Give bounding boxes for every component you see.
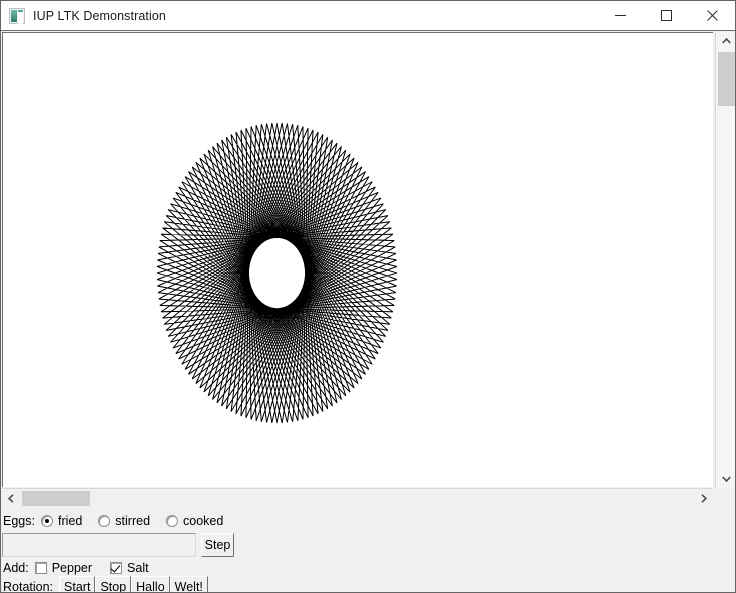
checkbox-indicator xyxy=(34,562,47,574)
hallo-button[interactable]: Hallo xyxy=(131,576,170,592)
rotation-buttons: Start Stop Hallo Welt! xyxy=(59,576,208,592)
radio-indicator xyxy=(166,515,179,527)
scroll-right-button[interactable] xyxy=(695,489,713,507)
close-button[interactable] xyxy=(689,1,735,30)
add-label: Add: xyxy=(3,560,29,575)
rotation-row: Rotation: Start Stop Hallo Welt! xyxy=(3,575,208,593)
rotation-label: Rotation: xyxy=(3,579,54,593)
close-icon xyxy=(706,10,718,21)
radio-eggs-fried[interactable]: fried xyxy=(40,514,92,528)
control-panel: Eggs: fried stirred cooked Step Add: Pep… xyxy=(1,509,735,593)
radio-eggs-stirred-label: stirred xyxy=(115,514,151,528)
minimize-icon xyxy=(614,15,626,16)
stop-button[interactable]: Stop xyxy=(95,576,132,592)
radio-indicator xyxy=(40,515,53,527)
maximize-icon xyxy=(660,10,672,21)
radio-eggs-cooked-label: cooked xyxy=(183,514,224,528)
horizontal-scrollbar[interactable] xyxy=(2,488,713,507)
title-bar[interactable]: IUP LTK Demonstration xyxy=(1,1,735,31)
radio-eggs-cooked[interactable]: cooked xyxy=(166,514,233,528)
checkbox-salt-label: Salt xyxy=(127,561,149,575)
step-button[interactable]: Step xyxy=(201,533,234,557)
radio-indicator xyxy=(98,515,111,527)
chevron-down-icon xyxy=(722,476,731,482)
eggs-row: Eggs: fried stirred cooked xyxy=(3,512,233,530)
scroll-down-button[interactable] xyxy=(716,470,735,488)
client-area: Eggs: fried stirred cooked Step Add: Pep… xyxy=(1,31,735,593)
window-controls xyxy=(597,1,735,30)
progress-field[interactable] xyxy=(2,533,196,557)
maximize-button[interactable] xyxy=(643,1,689,30)
chevron-left-icon xyxy=(8,493,14,503)
vertical-scrollbar[interactable] xyxy=(715,32,735,488)
window-app-icon xyxy=(9,7,25,24)
application-window: IUP LTK Demonstration Eggs: fried stirre… xyxy=(0,0,736,593)
checkbox-pepper[interactable]: Pepper xyxy=(34,561,104,575)
step-row: Step xyxy=(1,530,735,560)
canvas-frame[interactable] xyxy=(2,32,713,487)
checkbox-pepper-label: Pepper xyxy=(51,561,93,575)
window-title: IUP LTK Demonstration xyxy=(33,8,166,23)
eggs-label: Eggs: xyxy=(3,513,35,528)
scroll-up-button[interactable] xyxy=(716,32,735,50)
horizontal-scroll-thumb[interactable] xyxy=(22,491,90,506)
checkbox-salt[interactable]: Salt xyxy=(110,561,161,575)
vertical-scroll-thumb[interactable] xyxy=(718,52,735,106)
minimize-button[interactable] xyxy=(597,1,643,30)
scroll-left-button[interactable] xyxy=(2,489,20,507)
chevron-right-icon xyxy=(701,493,707,503)
checkbox-indicator xyxy=(110,562,123,574)
radio-eggs-fried-label: fried xyxy=(57,514,83,528)
chevron-up-icon xyxy=(722,38,731,44)
welt-button[interactable]: Welt! xyxy=(169,576,208,592)
start-button[interactable]: Start xyxy=(59,576,96,592)
scrollbar-corner xyxy=(715,488,735,507)
drawing-canvas xyxy=(156,122,398,424)
radio-eggs-stirred[interactable]: stirred xyxy=(98,514,160,528)
